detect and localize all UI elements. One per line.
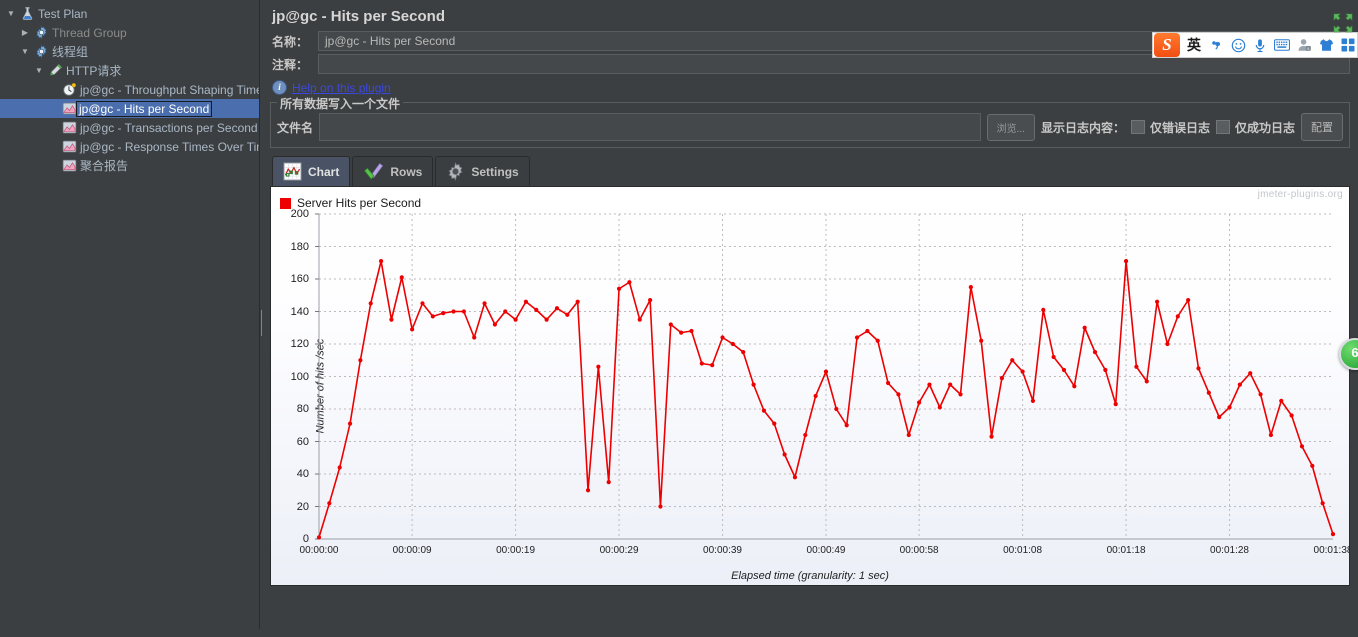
- filename-label: 文件名: [277, 120, 314, 135]
- skin-icon[interactable]: [1316, 38, 1336, 52]
- chevron-right-icon[interactable]: ▶: [18, 28, 32, 37]
- chevron-down-icon[interactable]: ▼: [18, 47, 32, 56]
- emoji-icon[interactable]: [1228, 38, 1248, 53]
- tree-item-1[interactable]: ▶ Thread Group: [0, 23, 261, 42]
- punctuation-icon[interactable]: [1206, 38, 1226, 52]
- success-only-checkbox-wrap[interactable]: 仅成功日志: [1215, 119, 1295, 136]
- line-chart-icon: [283, 162, 302, 181]
- ime-toolbar[interactable]: S 英 9: [1152, 32, 1358, 58]
- voice-input-icon[interactable]: [1250, 38, 1270, 53]
- help-on-this-plugin-link[interactable]: Help on this plugin: [292, 81, 391, 95]
- tree-item-2[interactable]: ▼ 线程组: [0, 42, 261, 61]
- tab-label: Chart: [308, 164, 340, 179]
- success-only-checkbox[interactable]: [1215, 120, 1230, 134]
- tree-item-label: HTTP请求: [66, 64, 122, 78]
- user-account-icon[interactable]: 9: [1294, 38, 1314, 52]
- window-bottom-strip: [0, 629, 1358, 637]
- page-title: jp@gc - Hits per Second: [272, 8, 445, 25]
- tree-item-8[interactable]: 聚合报告: [0, 156, 261, 175]
- tree-item-5[interactable]: jp@gc - Hits per Second: [0, 99, 261, 118]
- tree-item-label: 聚合报告: [80, 159, 129, 173]
- tab-rows[interactable]: Rows: [352, 156, 434, 186]
- language-mode-english-icon[interactable]: 英: [1184, 35, 1204, 55]
- write-all-data-group: 所有数据写入一个文件 文件名 浏览... 显示日志内容： 仅错误日志 仅成功日志…: [270, 95, 1350, 148]
- configure-button[interactable]: 配置: [1301, 113, 1343, 141]
- help-row: i Help on this plugin: [270, 77, 1350, 100]
- sogou-logo-icon[interactable]: S: [1154, 33, 1180, 57]
- errors-only-label: 仅错误日志: [1149, 120, 1210, 135]
- gear-icon: [446, 162, 465, 181]
- errors-only-checkbox-wrap[interactable]: 仅错误日志: [1130, 119, 1210, 136]
- chart-icon: [60, 120, 78, 136]
- tree-item-3[interactable]: ▼ HTTP请求: [0, 61, 261, 80]
- result-tabs: Chart Rows Settings: [270, 156, 1350, 186]
- plugin-editor-panel: jp@gc - Hits per Second 名称： jp@gc - Hits…: [262, 0, 1358, 637]
- tree-item-6[interactable]: jp@gc - Transactions per Second: [0, 118, 261, 137]
- chevron-down-icon[interactable]: ▼: [32, 66, 46, 75]
- tab-settings[interactable]: Settings: [435, 156, 530, 186]
- chart-series-svg: [315, 213, 1336, 540]
- gear-icon: [32, 44, 50, 60]
- errors-only-checkbox[interactable]: [1130, 120, 1145, 134]
- name-label: 名称：: [272, 34, 309, 49]
- tree-item-label: jp@gc - Response Times Over Time: [80, 139, 273, 154]
- chart-icon: [60, 139, 78, 155]
- tab-label: Rows: [390, 164, 423, 179]
- jmeter-window: ▼ Test Plan ▶ Thread Group ▼ 线程组 ▼ HTTP请求 jp@gc …: [0, 0, 1358, 637]
- tree-item-label: jp@gc - Transactions per Second: [80, 120, 258, 135]
- timer-icon: [60, 82, 78, 98]
- log-display-label: 显示日志内容：: [1040, 120, 1125, 135]
- tab-chart[interactable]: Chart: [272, 156, 351, 186]
- tree-item-label: Test Plan: [38, 6, 88, 21]
- success-only-label: 仅成功日志: [1234, 120, 1295, 135]
- tree-item-7[interactable]: jp@gc - Response Times Over Time: [0, 137, 273, 156]
- write-all-data-group-title: 所有数据写入一个文件: [277, 95, 404, 112]
- chart-plot-area: jmeter-plugins.org Server Hits per Secon…: [271, 187, 1349, 585]
- svg-text:9: 9: [1307, 47, 1309, 51]
- browse-button[interactable]: 浏览...: [986, 113, 1035, 141]
- toolbox-menu-icon[interactable]: [1338, 38, 1358, 52]
- tree-item-4[interactable]: jp@gc - Throughput Shaping Timer: [0, 80, 267, 99]
- soft-keyboard-icon[interactable]: [1272, 39, 1292, 51]
- comment-label: 注释：: [272, 57, 309, 72]
- tree-item-0[interactable]: ▼ Test Plan: [0, 4, 261, 23]
- tree-item-label: 线程组: [52, 45, 89, 59]
- check-mark-icon: [363, 162, 384, 181]
- tree-item-label: jp@gc - Throughput Shaping Timer: [80, 82, 267, 97]
- test-plan-icon: [18, 6, 36, 22]
- tree-item-label: Thread Group: [52, 25, 127, 40]
- tree-item-label: jp@gc - Hits per Second: [76, 100, 213, 117]
- filename-input[interactable]: [319, 113, 981, 141]
- info-icon: i: [272, 80, 287, 95]
- tab-label: Settings: [471, 164, 519, 179]
- chevron-down-icon[interactable]: ▼: [4, 9, 18, 18]
- filename-row: 文件名 浏览... 显示日志内容： 仅错误日志 仅成功日志 配置: [277, 113, 1343, 141]
- maximize-icon[interactable]: [1332, 12, 1354, 34]
- gear-icon: [32, 25, 50, 41]
- test-plan-tree: ▼ Test Plan ▶ Thread Group ▼ 线程组 ▼ HTTP请求 jp@gc …: [0, 0, 273, 637]
- chart-icon: [60, 158, 78, 174]
- http-request-icon: [46, 63, 64, 79]
- chart-panel: jmeter-plugins.org Server Hits per Secon…: [270, 186, 1350, 586]
